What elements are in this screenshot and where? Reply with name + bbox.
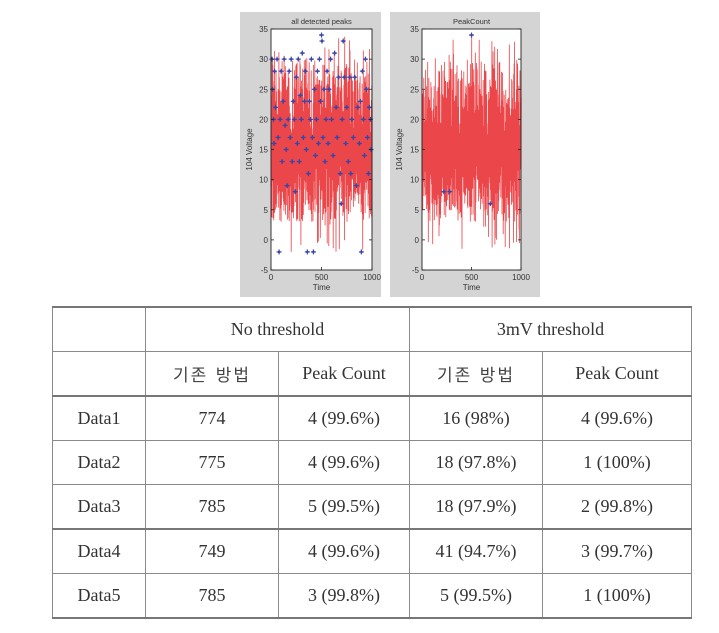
chart-peak-count: 35302520151050-50 500 1000PeakCountTime104… bbox=[395, 17, 530, 292]
empty-header-cell bbox=[52, 306, 146, 352]
table-cell: 749 bbox=[145, 528, 279, 574]
table-cell: 774 bbox=[145, 395, 279, 441]
x-tick-label: 1000 bbox=[363, 273, 381, 282]
y-tick-label: 35 bbox=[259, 25, 268, 34]
table-group-header-row: No threshold 3mV threshold bbox=[52, 306, 692, 352]
table-cell: 18 (97.8%) bbox=[409, 440, 543, 485]
x-tick-label: 0 bbox=[269, 273, 274, 282]
figure-all-detected-peaks: 35 30 25 20 15 10 5 0 -5 0 500 1000 all detected pea… bbox=[240, 12, 381, 297]
y-tick-label: 30 bbox=[259, 55, 268, 64]
y-tick-label: -5 bbox=[412, 266, 420, 275]
y-tick-label: 20 bbox=[410, 115, 419, 124]
table-cell: 41 (94.7%) bbox=[409, 528, 543, 574]
chart-title: PeakCount bbox=[453, 17, 491, 26]
table-cell: 3 (99.8%) bbox=[278, 573, 410, 619]
table-row: Data1 774 4 (99.6%) 16 (98%) 4 (99.6%) bbox=[52, 395, 692, 441]
table-row: Data5 785 3 (99.8%) 5 (99.5%) 1 (100%) bbox=[52, 573, 692, 619]
table-cell: 4 (99.6%) bbox=[278, 528, 410, 574]
y-tick-label: 20 bbox=[259, 115, 268, 124]
x-axis-label: Time bbox=[463, 283, 481, 292]
y-tick-label: 30 bbox=[410, 55, 419, 64]
table-cell: 3 (99.7%) bbox=[542, 528, 692, 574]
y-tick-label: 15 bbox=[410, 146, 419, 155]
x-tick-label: 0 bbox=[420, 273, 425, 282]
y-tick-label: 10 bbox=[410, 176, 419, 185]
x-tick-label: 500 bbox=[465, 273, 479, 282]
table-cell: 2 (99.8%) bbox=[542, 484, 692, 530]
table-cell: 785 bbox=[145, 573, 279, 619]
results-table: No threshold 3mV threshold 기존 방법 Peak Co… bbox=[52, 306, 692, 619]
x-tick-label: 500 bbox=[315, 273, 329, 282]
y-tick-label: 15 bbox=[259, 146, 268, 155]
table-cell: 4 (99.6%) bbox=[542, 395, 692, 441]
y-tick-label: 5 bbox=[264, 206, 269, 215]
y-tick-label: 35 bbox=[410, 25, 419, 34]
row-label: Data5 bbox=[52, 573, 146, 619]
table-cell: 4 (99.6%) bbox=[278, 440, 410, 485]
table-cell: 4 (99.6%) bbox=[278, 395, 410, 441]
sub-header-peak-count: Peak Count bbox=[278, 351, 410, 397]
y-tick-label: 10 bbox=[259, 176, 268, 185]
table-cell: 5 (99.5%) bbox=[278, 484, 410, 530]
empty-header-cell bbox=[52, 351, 146, 397]
table-row: Data4 749 4 (99.6%) 41 (94.7%) 3 (99.7%) bbox=[52, 528, 692, 574]
table-row: Data2 775 4 (99.6%) 18 (97.8%) 1 (100%) bbox=[52, 440, 692, 485]
chart-all-detected-peaks: 35302520151050-50 500 1000all detected pea… bbox=[245, 17, 381, 292]
y-tick-label: 25 bbox=[410, 85, 419, 94]
table-cell: 18 (97.9%) bbox=[409, 484, 543, 530]
row-label: Data4 bbox=[52, 528, 146, 574]
table-cell: 1 (100%) bbox=[542, 573, 692, 619]
x-tick-label: 1000 bbox=[512, 273, 530, 282]
table-cell: 1 (100%) bbox=[542, 440, 692, 485]
x-axis-label: Time bbox=[313, 283, 331, 292]
row-label: Data3 bbox=[52, 484, 146, 530]
table-cell: 16 (98%) bbox=[409, 395, 543, 441]
y-tick-label: 5 bbox=[415, 206, 420, 215]
table-cell: 775 bbox=[145, 440, 279, 485]
y-axis-label: 104 Voltage bbox=[245, 128, 254, 171]
y-tick-label: 0 bbox=[415, 236, 420, 245]
sub-header-existing-method: 기존 방법 bbox=[145, 351, 279, 397]
y-tick-label: 25 bbox=[259, 85, 268, 94]
y-tick-label: -5 bbox=[261, 266, 269, 275]
y-tick-label: 0 bbox=[264, 236, 269, 245]
chart-title: all detected peaks bbox=[291, 17, 352, 26]
row-label: Data1 bbox=[52, 395, 146, 441]
table-cell: 785 bbox=[145, 484, 279, 530]
figure-peak-count: 35 30 25 20 15 10 5 0 -5 0 500 1000 PeakCount Time 104… bbox=[390, 12, 540, 297]
group-header-no-threshold: No threshold bbox=[145, 306, 410, 352]
row-label: Data2 bbox=[52, 440, 146, 485]
table-sub-header-row: 기존 방법 Peak Count 기존 방법 Peak Count bbox=[52, 351, 692, 397]
y-axis-label: 104 Voltage bbox=[395, 128, 404, 171]
sub-header-peak-count: Peak Count bbox=[542, 351, 692, 397]
group-header-3mv-threshold: 3mV threshold bbox=[409, 306, 692, 352]
table-cell: 5 (99.5%) bbox=[409, 573, 543, 619]
sub-header-existing-method: 기존 방법 bbox=[409, 351, 543, 397]
table-row: Data3 785 5 (99.5%) 18 (97.9%) 2 (99.8%) bbox=[52, 484, 692, 530]
